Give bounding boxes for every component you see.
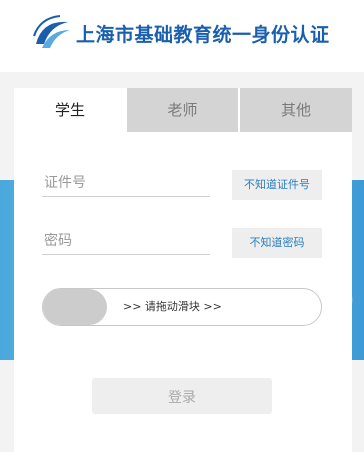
login-button[interactable]: 登录 bbox=[92, 378, 272, 414]
tab-student[interactable]: 学生 bbox=[14, 88, 126, 132]
slider-captcha[interactable]: >> 请拖动滑块 >> bbox=[42, 288, 322, 326]
logo-icon bbox=[33, 15, 70, 48]
slider-handle[interactable] bbox=[43, 289, 107, 325]
header: 上海市基础教育统一身份认证 bbox=[0, 0, 364, 72]
forgot-id-button[interactable]: 不知道证件号 bbox=[232, 170, 322, 200]
id-number-field bbox=[42, 168, 214, 198]
tab-bar: 学生 老师 其他 bbox=[14, 88, 352, 132]
slider-hint-text: >> 请拖动滑块 >> bbox=[123, 300, 222, 313]
forgot-password-button[interactable]: 不知道密码 bbox=[232, 228, 322, 258]
tab-teacher[interactable]: 老师 bbox=[127, 88, 238, 132]
login-card: 学生 老师 其他 不知道证件号 不知道密码 >> 请拖动滑块 >> 登录 bbox=[14, 88, 352, 452]
site-title: 上海市基础教育统一身份认证 bbox=[76, 24, 330, 46]
id-number-input[interactable] bbox=[42, 168, 214, 198]
password-field bbox=[42, 226, 214, 256]
tab-other[interactable]: 其他 bbox=[240, 88, 352, 132]
password-input[interactable] bbox=[42, 226, 214, 256]
